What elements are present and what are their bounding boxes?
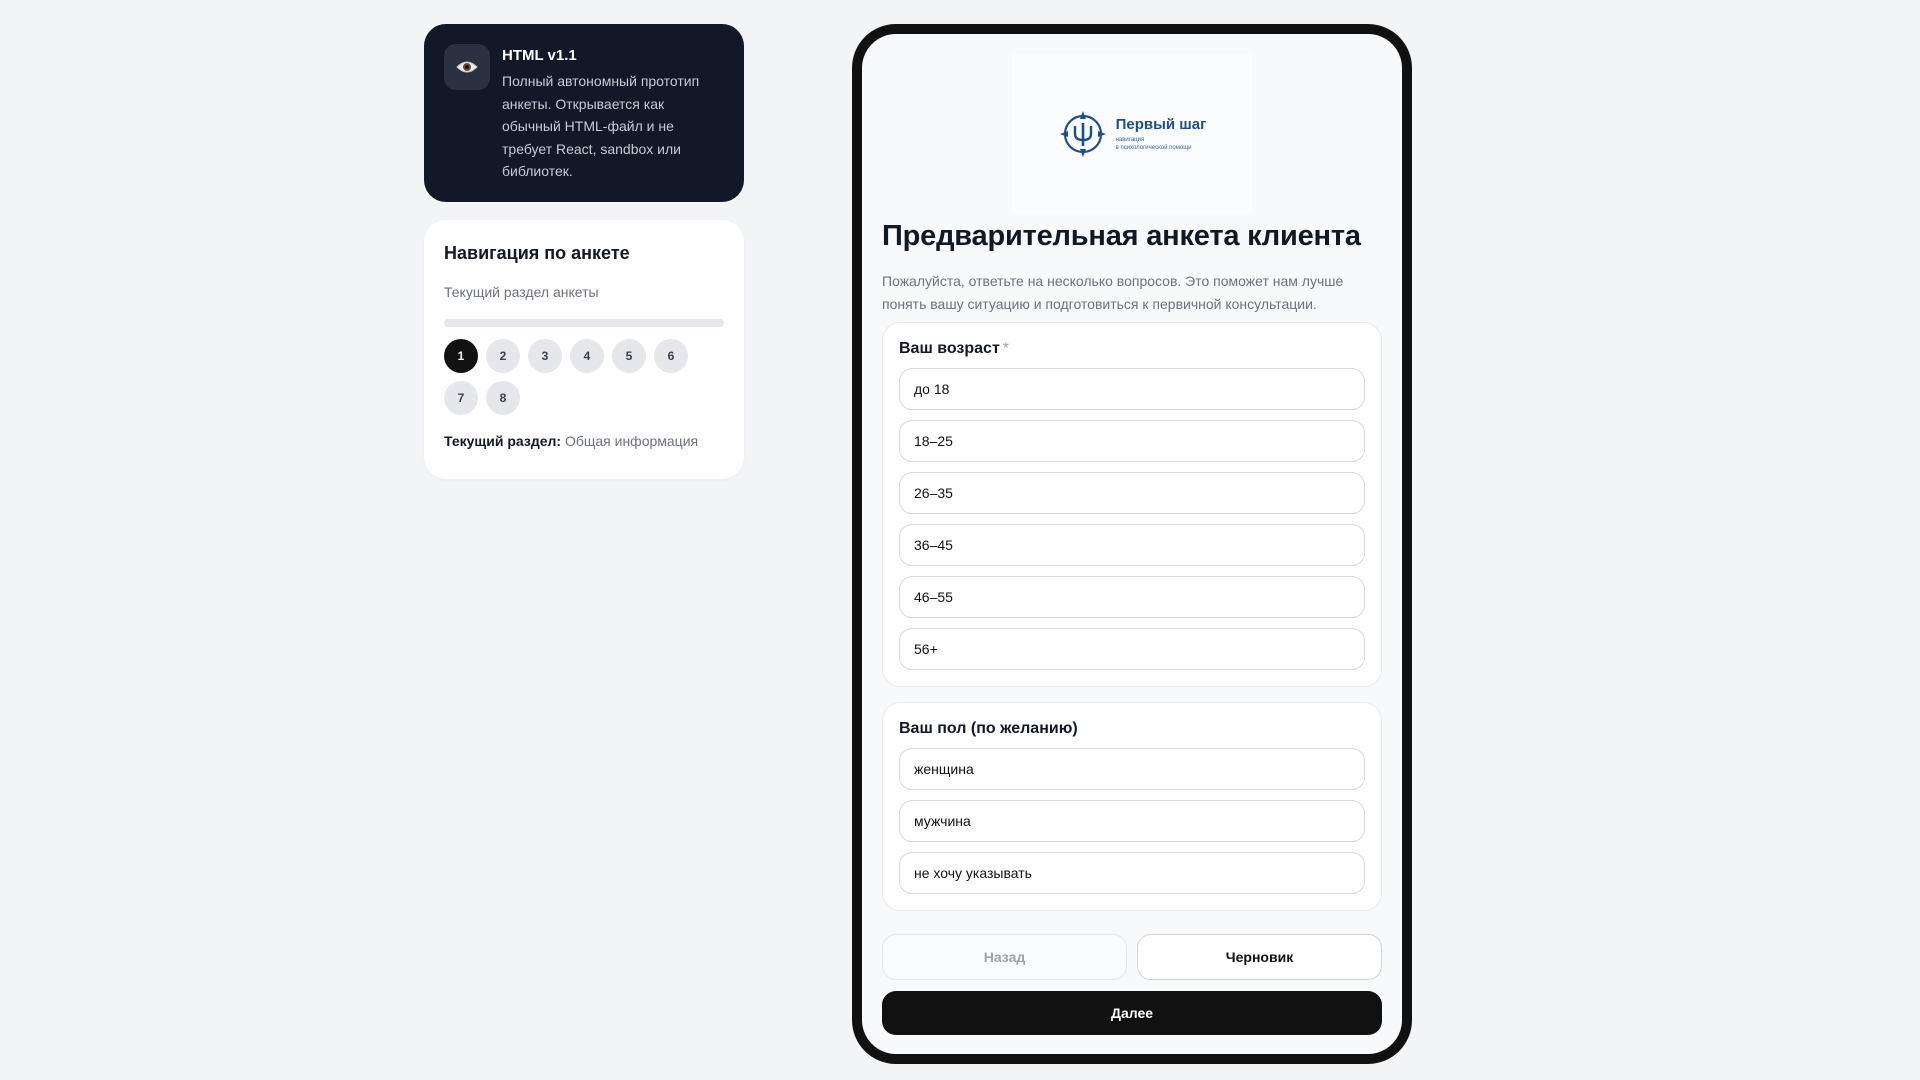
form-intro: Пожалуйста, ответьте на несколько вопрос… [882,273,1344,312]
next-button[interactable]: Далее [882,991,1382,1035]
step-7[interactable]: 7 [444,381,478,415]
answer-option[interactable]: 46–55 [899,576,1365,618]
form-title: Предварительная анкета клиента [882,220,1361,252]
question-age: Ваш возраст * до 18 18–25 26–35 36–45 46–55 56… [882,322,1382,687]
form-navigation-card: Навигация по анкете Текущий раздел анкет… [424,220,744,479]
nav-subtitle: Текущий раздел анкеты [444,284,599,300]
age-options: до 18 18–25 26–35 36–45 46–55 56+ [899,368,1365,670]
logo: Первый шаг навигация в психологической п… [1012,54,1252,214]
button-row: Назад Черновик [882,934,1382,980]
back-button[interactable]: Назад [882,934,1127,980]
progress-bar [444,319,724,327]
step-5[interactable]: 5 [612,339,646,373]
question-age-label: Ваш возраст [899,340,1000,357]
phone-screen: Первый шаг навигация в психологической п… [862,34,1402,1054]
question-gender: Ваш пол (по желанию) женщина мужчина не хо… [882,702,1382,911]
info-description: Полный автономный прототип анкеты. Откры… [502,73,700,179]
phone-frame: Первый шаг навигация в психологической п… [852,24,1412,1064]
logo-tagline-2: в психологической помощи [1115,145,1192,151]
current-section: Текущий раздел: Общая информация [444,433,724,449]
answer-option[interactable]: 26–35 [899,472,1365,514]
step-list: 123456 78 [444,339,704,415]
nav-title: Навигация по анкете [444,243,630,263]
step-1[interactable]: 1 [444,339,478,373]
info-title: HTML v1.1 [502,47,577,64]
answer-option[interactable]: 18–25 [899,420,1365,462]
answer-option[interactable]: женщина [899,748,1365,790]
logo-name: Первый шаг [1115,116,1207,133]
step-8[interactable]: 8 [486,381,520,415]
current-section-value: Общая информация [564,433,699,449]
step-2[interactable]: 2 [486,339,520,373]
answer-option[interactable]: не хочу указывать [899,852,1365,894]
question-gender-label: Ваш пол (по желанию) [899,720,1078,737]
eye-icon [444,44,490,90]
step-3[interactable]: 3 [528,339,562,373]
question-label: Ваш возраст * [899,340,1365,358]
trident-compass-icon [1059,111,1106,157]
gender-options: женщина мужчина не хочу указывать [899,748,1365,894]
current-section-label: Текущий раздел: [444,433,562,449]
required-mark: * [1002,340,1010,357]
answer-option[interactable]: 36–45 [899,524,1365,566]
step-4[interactable]: 4 [570,339,604,373]
answer-option[interactable]: 56+ [899,628,1365,670]
info-card: HTML v1.1 Полный автономный прототип анк… [424,24,744,202]
draft-button[interactable]: Черновик [1137,934,1382,980]
answer-option[interactable]: до 18 [899,368,1365,410]
answer-option[interactable]: мужчина [899,800,1365,842]
step-6[interactable]: 6 [654,339,688,373]
logo-tagline-1: навигация [1115,137,1145,143]
info-text: HTML v1.1 Полный автономный прототип анк… [502,44,724,182]
